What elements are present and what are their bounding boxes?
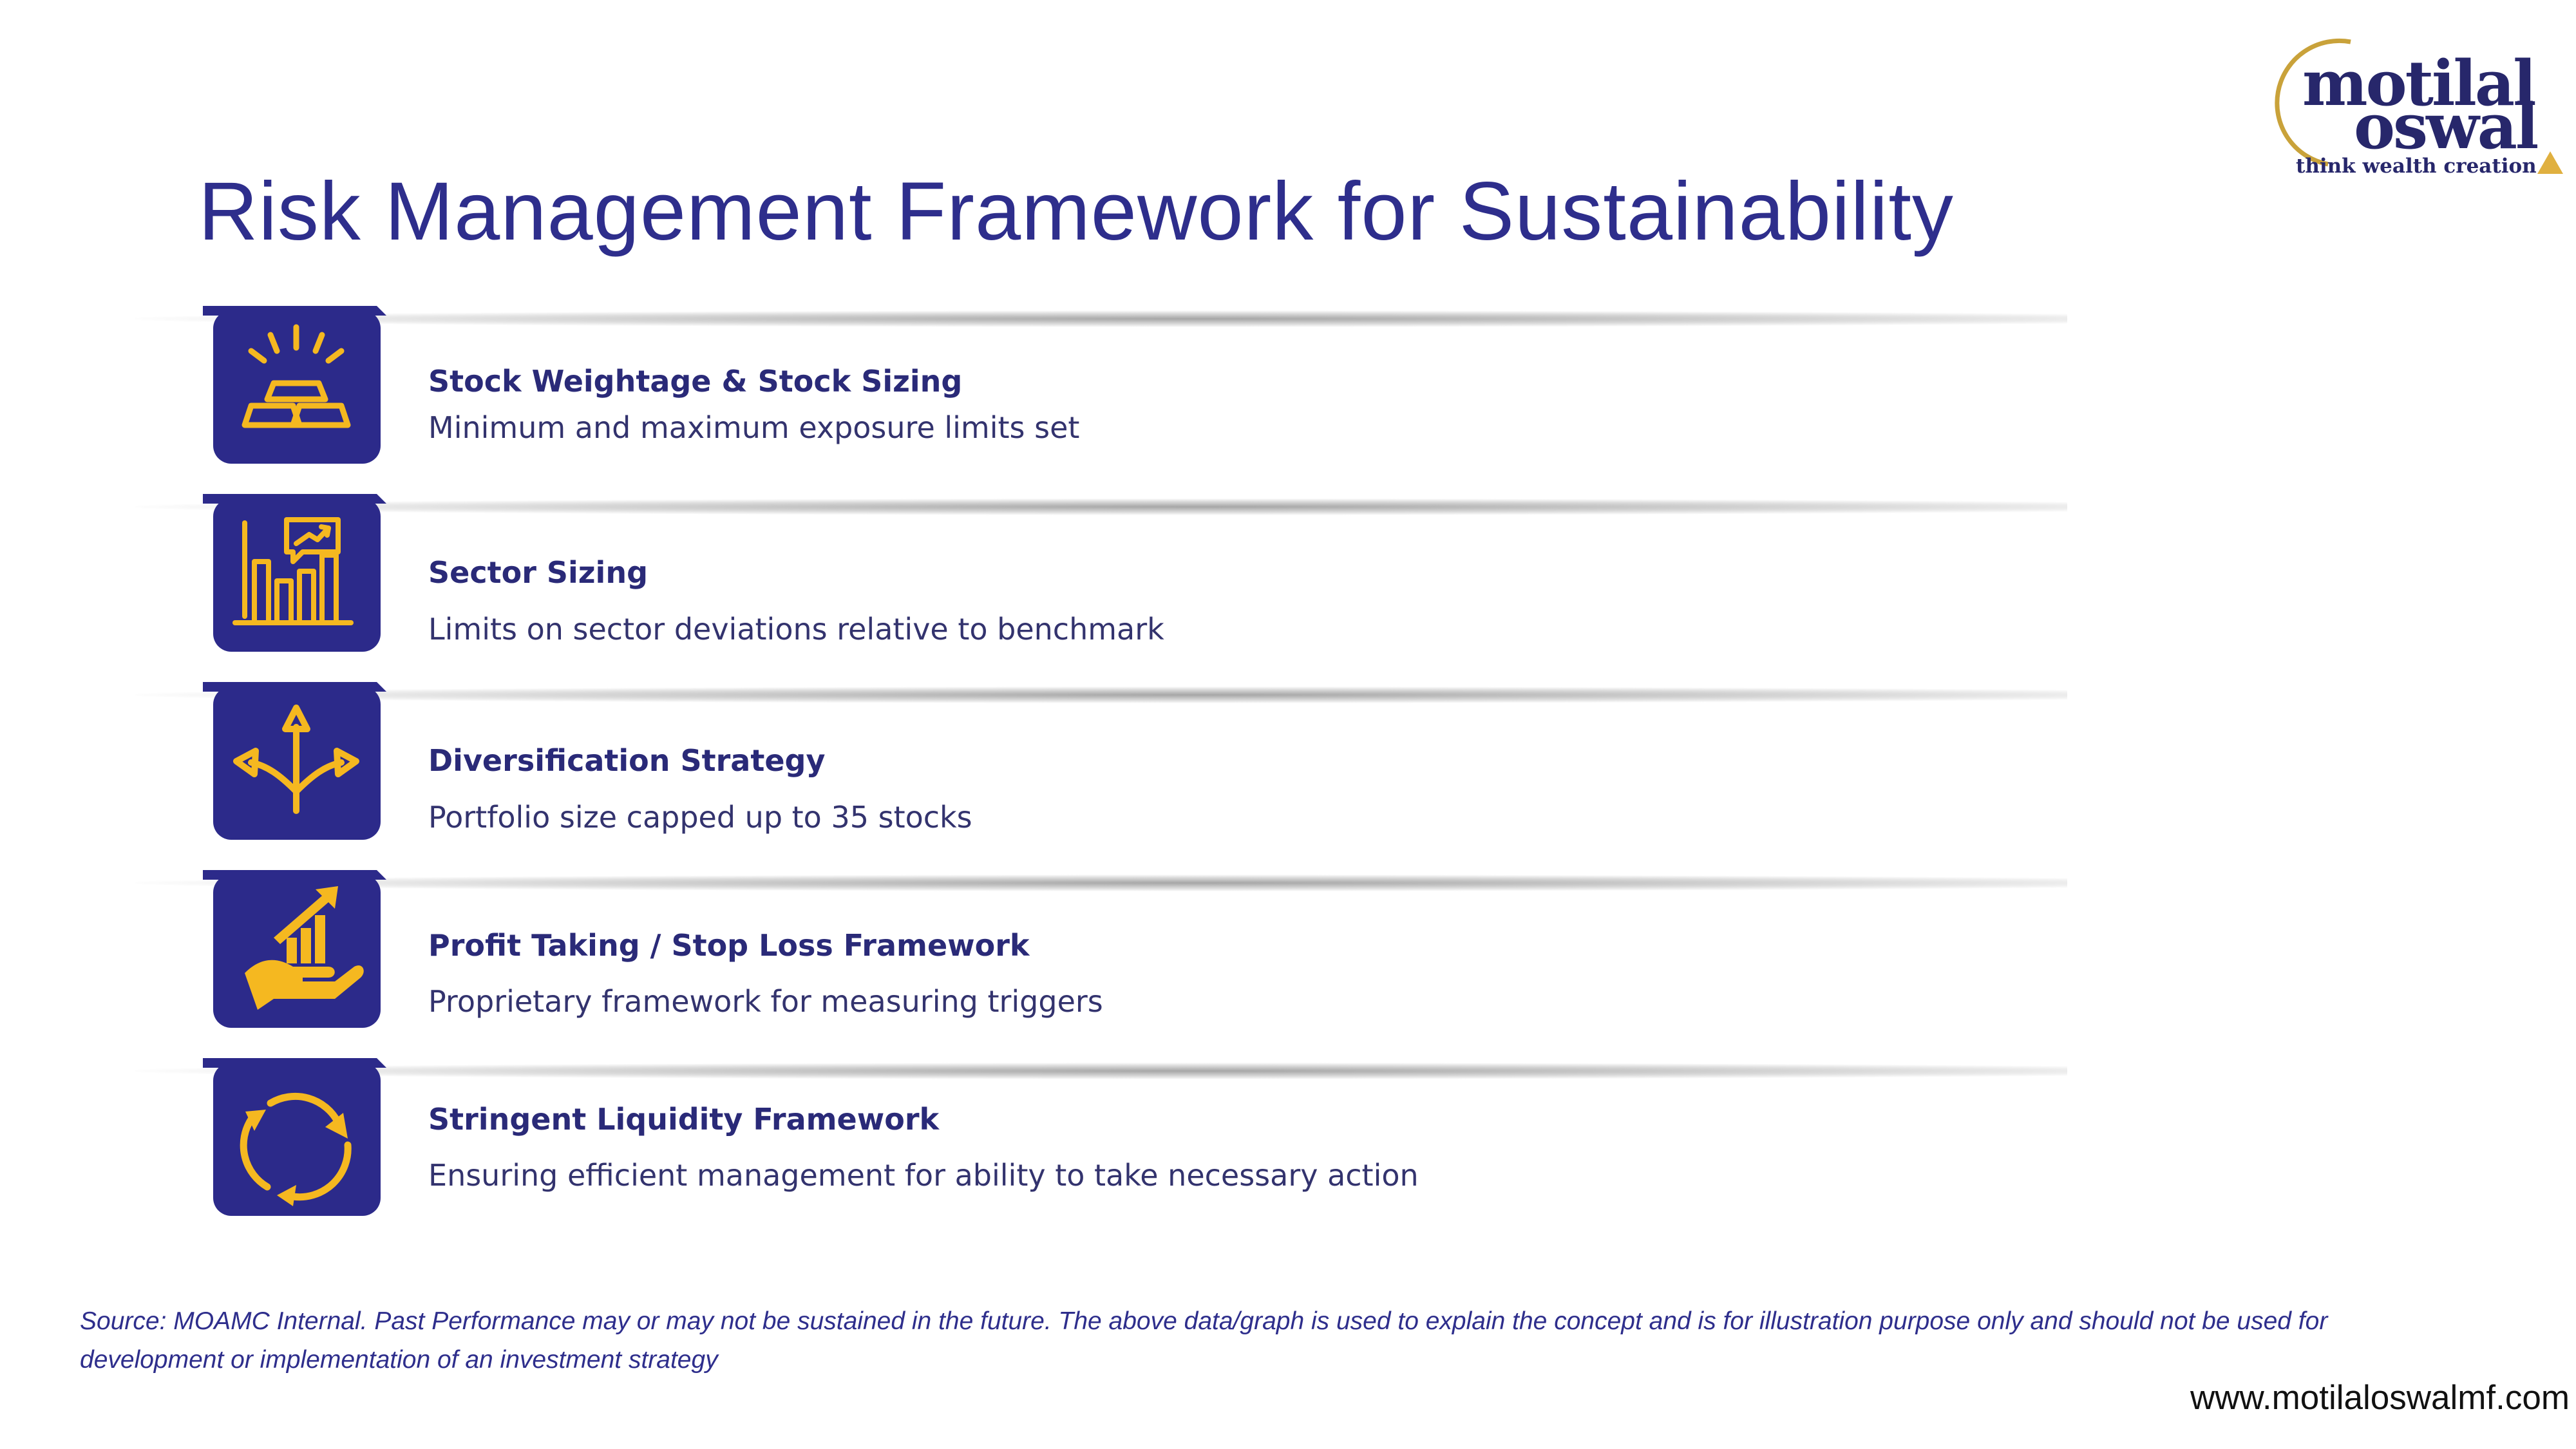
framework-item-liquidity: Stringent Liquidity Framework Ensuring e… — [135, 1048, 2067, 1235]
item-title: Stringent Liquidity Framework — [428, 1102, 940, 1137]
growth-hand-icon — [203, 870, 386, 1028]
website-link[interactable]: www.motilaloswalmf.com — [2190, 1378, 2570, 1417]
item-description: Portfolio size capped up to 35 stocks — [428, 800, 972, 835]
cycle-arrows-icon — [203, 1058, 386, 1216]
brand-logo: motilal oswal think wealth creation — [2267, 29, 2563, 190]
item-description: Ensuring efficient management for abilit… — [428, 1158, 1419, 1193]
framework-item-stock-sizing: Stock Weightage & Stock Sizing Minimum a… — [135, 296, 2067, 483]
page-title: Risk Management Framework for Sustainabi… — [198, 166, 1954, 258]
row-divider — [135, 1063, 2067, 1079]
item-description: Proprietary framework for measuring trig… — [428, 984, 1103, 1019]
gold-bars-icon — [203, 306, 386, 464]
item-title: Stock Weightage & Stock Sizing — [428, 364, 963, 399]
item-title: Sector Sizing — [428, 555, 649, 590]
framework-item-sector-sizing: Sector Sizing Limits on sector deviation… — [135, 484, 2067, 671]
logo-tagline: think wealth creation — [2296, 155, 2537, 178]
item-description: Minimum and maximum exposure limits set — [428, 410, 1080, 445]
source-disclaimer: Source: MOAMC Internal. Past Performance… — [80, 1307, 2328, 1374]
row-divider — [135, 687, 2067, 703]
bar-chart-icon — [203, 494, 386, 652]
row-divider — [135, 310, 2067, 327]
item-title: Diversification Strategy — [428, 743, 826, 778]
framework-item-diversification: Diversification Strategy Portfolio size … — [135, 672, 2067, 859]
diverging-arrows-icon — [203, 682, 386, 840]
logo-text-line2: oswal — [2354, 90, 2539, 163]
item-title: Profit Taking / Stop Loss Framework — [428, 928, 1030, 963]
row-divider — [135, 875, 2067, 891]
row-divider — [135, 498, 2067, 515]
framework-item-profit-taking: Profit Taking / Stop Loss Framework Prop… — [135, 860, 2067, 1047]
item-description: Limits on sector deviations relative to … — [428, 612, 1164, 647]
